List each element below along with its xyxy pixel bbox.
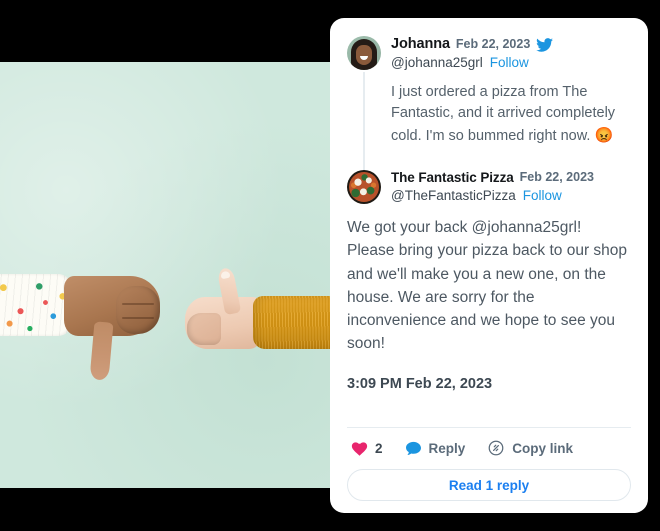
reply-button[interactable]: Reply <box>405 440 466 456</box>
main-tweet-timestamp: 3:09 PM Feb 22, 2023 <box>347 375 493 392</box>
thumbs-up-arm <box>185 266 330 349</box>
reply-label: Reply <box>428 440 466 456</box>
tweet-card: Johanna Feb 22, 2023 @johanna25grl Follo… <box>330 18 648 513</box>
main-tweet-body: We got your back @johanna25grl! Please b… <box>347 219 628 353</box>
twitter-bird-icon <box>536 37 554 52</box>
hands-photo <box>0 62 330 488</box>
like-button[interactable]: 2 <box>351 441 383 456</box>
main-display-name[interactable]: The Fantastic Pizza <box>391 170 514 186</box>
speech-bubble-icon <box>405 441 421 455</box>
quoted-display-name[interactable]: Johanna <box>391 36 450 53</box>
copy-link-button[interactable]: Copy link <box>487 440 573 456</box>
screenshot-root: Johanna Feb 22, 2023 @johanna25grl Follo… <box>0 0 660 531</box>
main-tweet-header: The Fantastic Pizza Feb 22, 2023 @TheFan… <box>347 169 631 204</box>
quoted-date: Feb 22, 2023 <box>455 37 531 52</box>
quoted-tweet-header: Johanna Feb 22, 2023 @johanna25grl Follo… <box>347 36 631 72</box>
avatar-face <box>356 45 372 65</box>
main-handle[interactable]: @TheFantasticPizza <box>391 188 516 204</box>
main-tweet-identity: The Fantastic Pizza Feb 22, 2023 @TheFan… <box>391 170 594 204</box>
floral-sleeve <box>0 274 72 336</box>
thumbs-up-fingers <box>187 313 221 345</box>
link-icon <box>488 440 504 456</box>
mustard-sweater-sleeve <box>253 296 330 349</box>
heart-icon <box>351 441 368 456</box>
thumbs-down-arm <box>0 274 162 381</box>
tweet-actions: 2 Reply Copy link <box>347 440 631 456</box>
main-follow-link[interactable]: Follow <box>523 188 562 204</box>
copy-link-label: Copy link <box>512 440 574 456</box>
johanna-avatar[interactable] <box>347 36 381 70</box>
thumbs-down-knuckles <box>116 286 160 334</box>
quoted-follow-link[interactable]: Follow <box>490 55 529 71</box>
angry-face-emoji: 😡 <box>594 127 614 145</box>
main-handle-row: @TheFantasticPizza Follow <box>391 188 594 204</box>
tweet-actions-area: 2 Reply Copy link Read 1 reply <box>330 427 648 513</box>
main-name-row: The Fantastic Pizza Feb 22, 2023 <box>391 170 594 186</box>
quoted-tweet-body: I just ordered a pizza from The Fantasti… <box>391 82 631 148</box>
quoted-tweet-identity: Johanna Feb 22, 2023 @johanna25grl Follo… <box>391 36 554 72</box>
actions-divider <box>347 427 631 428</box>
quoted-name-row: Johanna Feb 22, 2023 <box>391 36 554 53</box>
read-reply-button[interactable]: Read 1 reply <box>347 469 631 501</box>
avatar-pizza-image <box>349 171 379 202</box>
quoted-tweet-text: I just ordered a pizza from The Fantasti… <box>391 83 616 145</box>
the-fantastic-pizza-avatar[interactable] <box>347 169 381 204</box>
read-reply-label: Read 1 reply <box>448 477 530 493</box>
main-date: Feb 22, 2023 <box>519 170 594 185</box>
like-count: 2 <box>375 440 383 456</box>
quoted-handle-row: @johanna25grl Follow <box>391 55 553 71</box>
quoted-handle[interactable]: @johanna25grl <box>391 55 483 71</box>
tweet-card-content: Johanna Feb 22, 2023 @johanna25grl Follo… <box>330 18 648 392</box>
